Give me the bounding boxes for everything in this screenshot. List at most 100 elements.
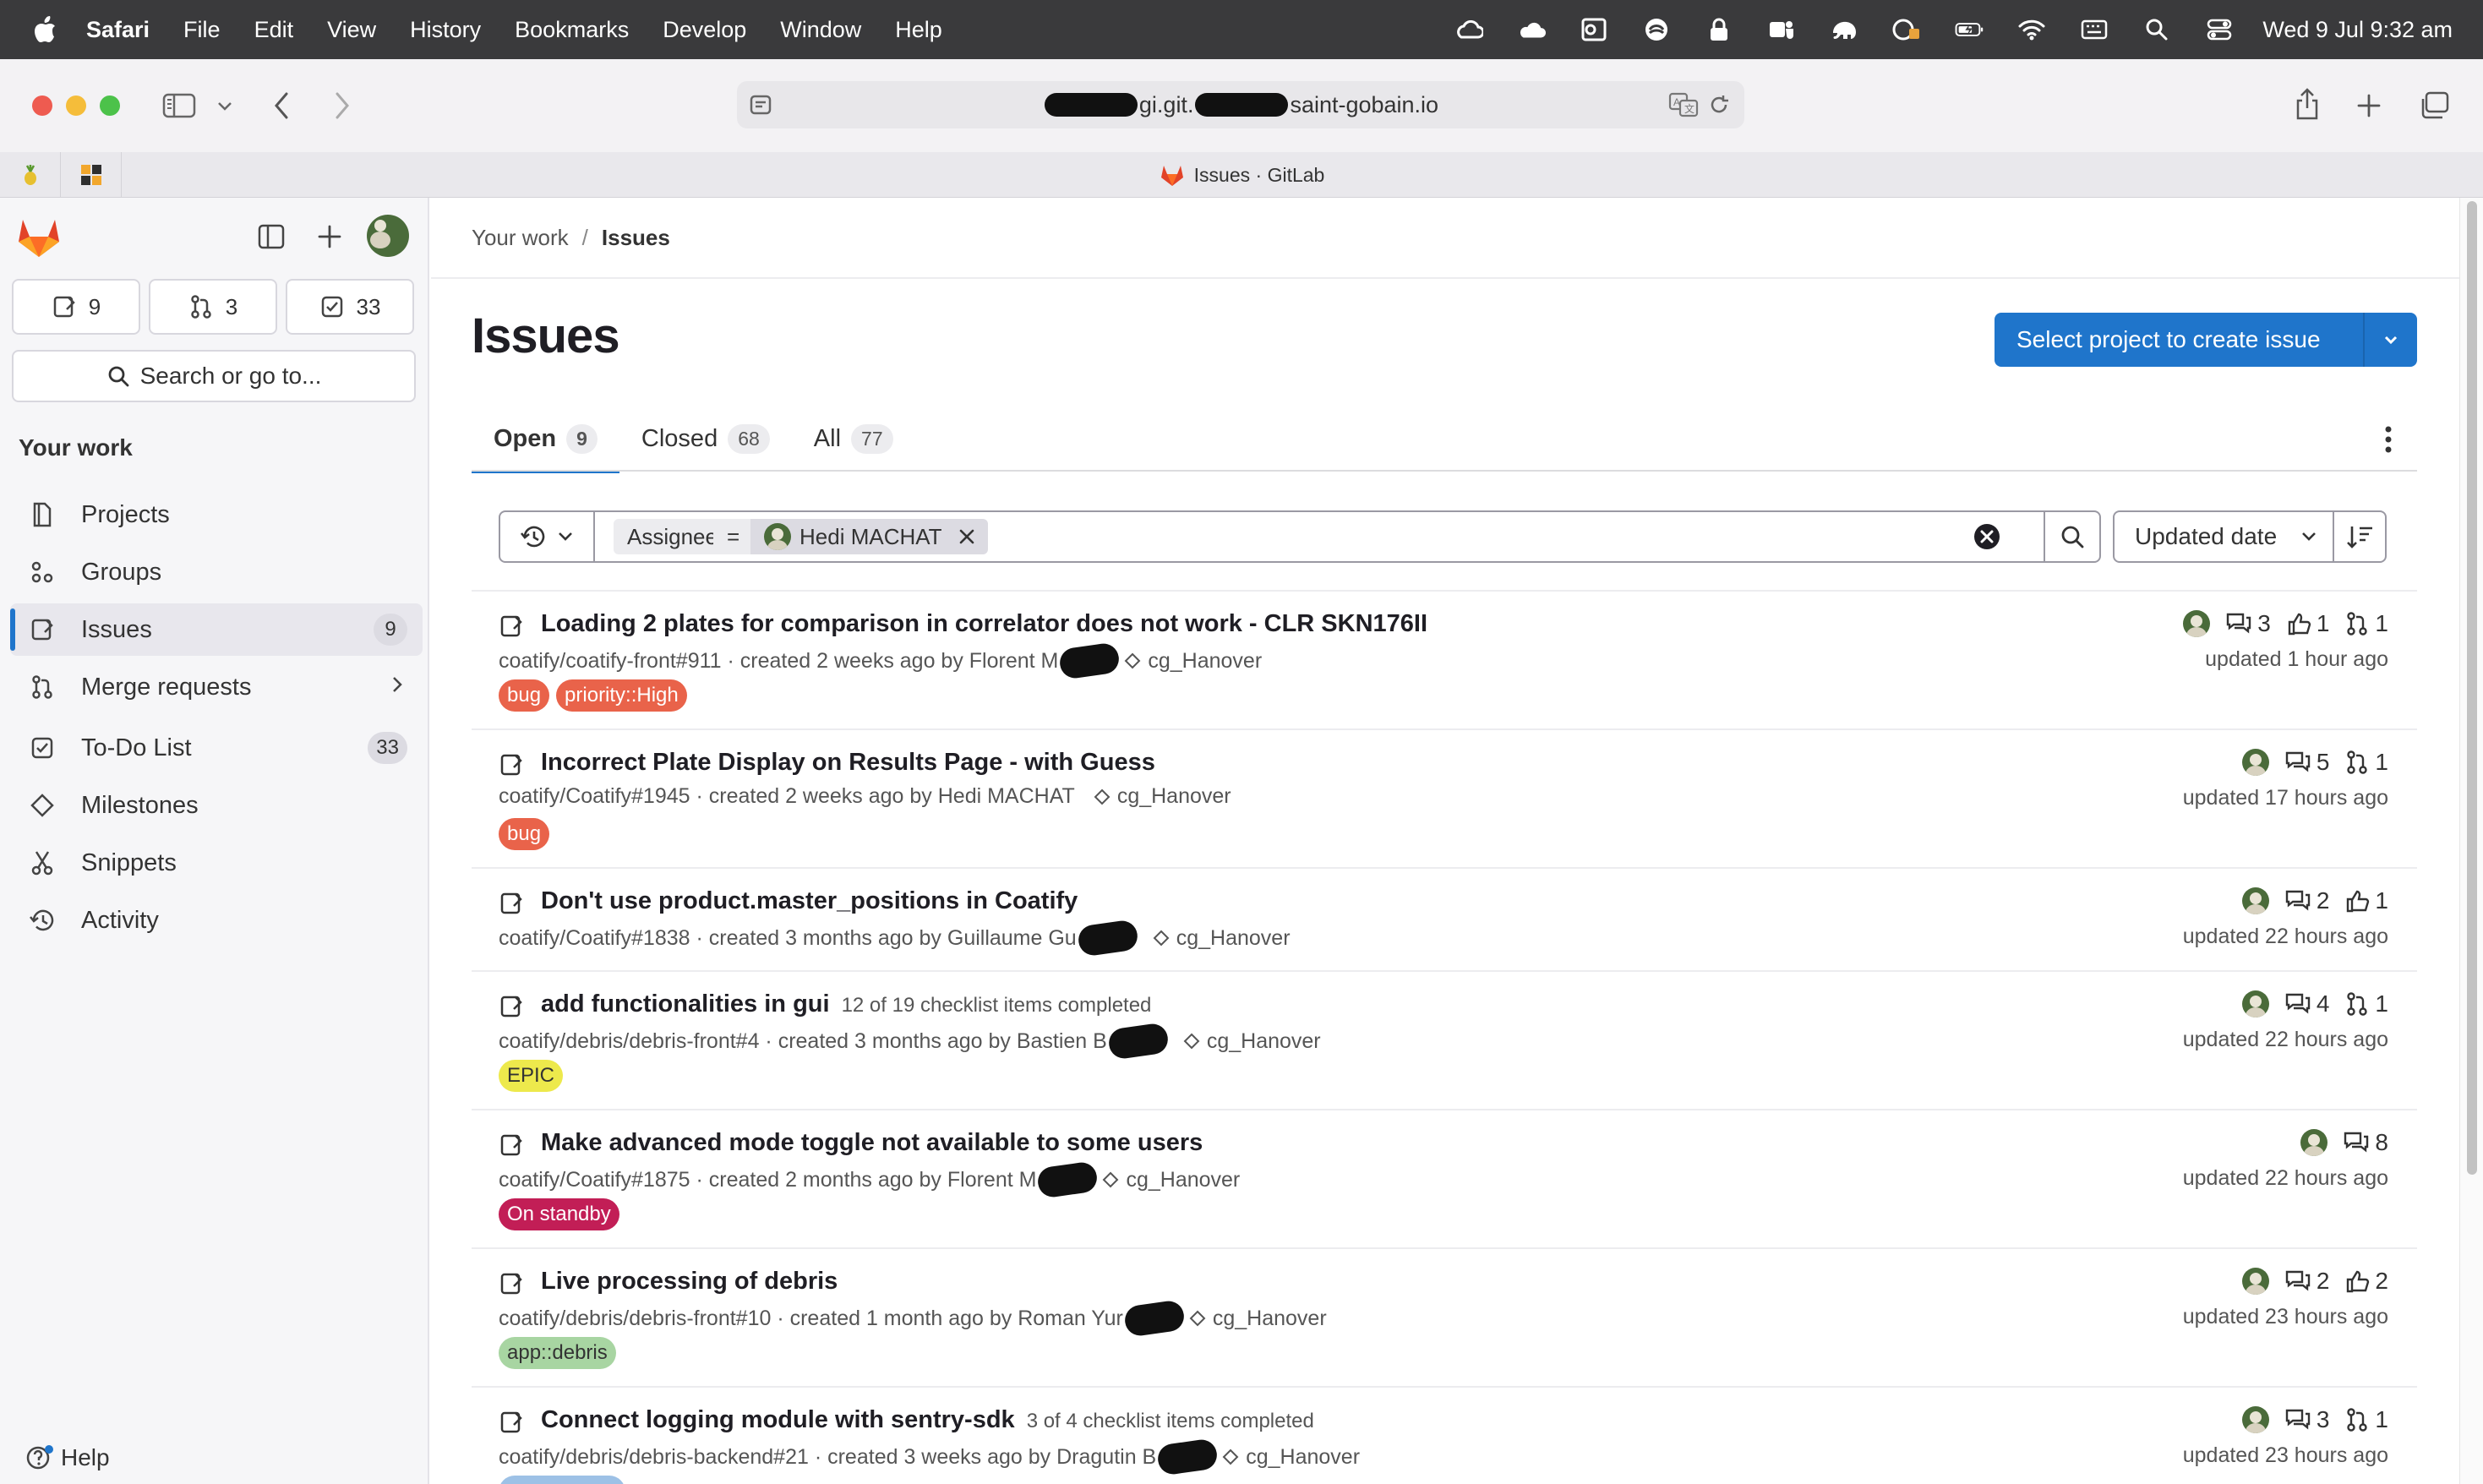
menu-bookmarks[interactable]: Bookmarks [515,17,629,43]
issue-row[interactable]: Don't use product.master_positions in Co… [472,869,2417,972]
lock-icon[interactable] [1705,17,1733,42]
issue-title-link[interactable]: Loading 2 plates for comparison in corre… [541,610,1427,638]
label-pill[interactable]: EPIC [499,1060,564,1092]
upvotes-count[interactable]: 2 [2344,1268,2388,1295]
label-pill[interactable]: bug [499,818,550,850]
assignee-avatar[interactable] [2241,887,2269,914]
filter-token-operator[interactable]: = [713,519,754,554]
assignee-avatar[interactable] [2300,1129,2328,1156]
label-pill[interactable]: app::debris [499,1337,616,1369]
active-tab[interactable]: Issues · GitLab [0,152,2483,198]
issue-milestone[interactable]: cg_Hanover [1102,1168,1240,1192]
issue-row[interactable]: Connect logging module with sentry-sdk 3 … [472,1388,2417,1484]
issue-milestone[interactable]: cg_Hanover [1094,784,1231,809]
issue-row[interactable]: Incorrect Plate Display on Results Page … [472,730,2417,869]
gitlab-logo-icon[interactable] [15,215,63,263]
label-pill[interactable]: On standby [499,1198,619,1230]
comments-count[interactable]: 4 [2284,990,2329,1018]
issue-title-link[interactable]: Connect logging module with sentry-sdk 3 … [541,1406,1314,1434]
menu-edit[interactable]: Edit [254,17,294,43]
collapse-sidebar-icon[interactable] [257,223,286,254]
issue-reference[interactable]: coatify/debris/debris-front#10 [499,1307,771,1331]
tab-groups-chevron-icon[interactable] [216,85,233,127]
more-actions-icon[interactable] [2383,424,2393,459]
assignee-avatar[interactable] [2241,1406,2269,1433]
menu-view[interactable]: View [327,17,376,43]
menu-window[interactable]: Window [780,17,861,43]
issue-row[interactable]: Loading 2 plates for comparison in corre… [472,592,2417,730]
chevron-down-icon[interactable] [2382,328,2400,357]
comments-count[interactable]: 3 [2284,1406,2329,1433]
issue-row[interactable]: Live processing of debris coatify/debris… [472,1249,2417,1388]
spotlight-search-icon[interactable] [2142,17,2171,42]
tab-overview-icon[interactable] [2419,85,2449,127]
issue-milestone[interactable]: cg_Hanover [1183,1029,1321,1054]
outlook-icon[interactable] [1580,17,1608,42]
tab-closed[interactable]: Closed 68 [619,404,792,473]
close-window-button[interactable] [32,95,52,116]
sort-direction-button[interactable] [2333,510,2387,563]
breadcrumb-current[interactable]: Issues [602,225,670,251]
issue-milestone[interactable]: cg_Hanover [1189,1307,1327,1331]
menu-file[interactable]: File [183,17,221,43]
issue-reference[interactable]: coatify/Coatify#1838 [499,926,690,951]
assignee-avatar[interactable] [2241,749,2269,776]
related-mrs-count[interactable]: 1 [2344,990,2388,1018]
colorsync-icon[interactable] [1892,17,1921,42]
issue-reference[interactable]: coatify/Coatify#1945 [499,784,690,809]
new-tab-icon[interactable] [2356,85,2382,127]
comments-count[interactable]: 2 [2284,1268,2329,1295]
remove-filter-icon[interactable] [958,527,976,546]
user-avatar[interactable] [367,215,409,257]
sidebar-item-issues[interactable]: Issues 9 [10,603,423,656]
issue-title-link[interactable]: Make advanced mode toggle not available … [541,1129,1203,1157]
breadcrumb-root-link[interactable]: Your work [472,225,569,251]
related-mrs-count[interactable]: 1 [2344,749,2388,776]
related-mrs-count[interactable]: 1 [2344,1406,2388,1433]
related-mrs-count[interactable]: 1 [2344,610,2388,637]
sidebar-item-groups[interactable]: Groups [10,546,423,598]
menu-develop[interactable]: Develop [663,17,746,43]
page-menu-icon[interactable] [749,93,772,123]
translate-icon[interactable]: A文 [1668,91,1699,124]
onedrive-icon[interactable] [1517,17,1547,42]
filter-token-value[interactable]: Hedi MACHAT [750,519,988,554]
menu-app-name[interactable]: Safari [86,17,150,43]
comments-count[interactable]: 2 [2284,887,2329,914]
assignee-avatar[interactable] [2241,990,2269,1018]
upvotes-count[interactable]: 1 [2344,887,2388,914]
sidebar-item-milestones[interactable]: Milestones [10,779,423,832]
comments-count[interactable]: 5 [2284,749,2329,776]
label-pill[interactable]: priority::High [556,679,687,712]
share-icon[interactable] [2294,83,2321,125]
sidebar-item-todo-list[interactable]: To-Do List 33 [10,722,423,774]
tab-open[interactable]: Open 9 [472,404,619,473]
issue-reference[interactable]: coatify/Coatify#1875 [499,1168,690,1192]
sidebar-toggle-icon[interactable] [162,85,196,127]
tab-all[interactable]: All 77 [792,404,915,473]
issue-title-link[interactable]: Don't use product.master_positions in Co… [541,887,1078,915]
issue-row[interactable]: Make advanced mode toggle not available … [472,1110,2417,1249]
assigned-issues-button[interactable]: 9 [12,279,140,335]
assignee-avatar[interactable] [2183,610,2211,637]
comments-count[interactable]: 3 [2225,610,2271,637]
menu-help[interactable]: Help [895,17,942,43]
issue-reference[interactable]: coatify/debris/debris-backend#21 [499,1445,809,1470]
comments-count[interactable]: 8 [2343,1129,2388,1156]
back-arrow-icon[interactable] [272,85,291,127]
issue-title-link[interactable]: Live processing of debris [541,1268,838,1296]
control-center-icon[interactable] [2205,17,2234,42]
recent-searches-button[interactable] [500,512,595,561]
issue-reference[interactable]: coatify/coatify-front#911 [499,649,722,674]
forward-arrow-icon[interactable] [333,85,352,127]
help-button[interactable]: Help [25,1443,110,1472]
assignee-avatar[interactable] [2241,1268,2269,1295]
menubar-clock[interactable]: Wed 9 Jul 9:32 am [2262,17,2453,43]
issue-milestone[interactable]: cg_Hanover [1222,1445,1360,1470]
todo-list-button[interactable]: 33 [286,279,414,335]
label-pill-partial[interactable] [499,1476,625,1484]
reload-icon[interactable] [1707,93,1731,123]
clear-search-icon[interactable] [1973,522,2001,551]
sidebar-item-activity[interactable]: Activity [10,894,423,947]
select-project-create-issue-button[interactable]: Select project to create issue [1995,313,2417,367]
